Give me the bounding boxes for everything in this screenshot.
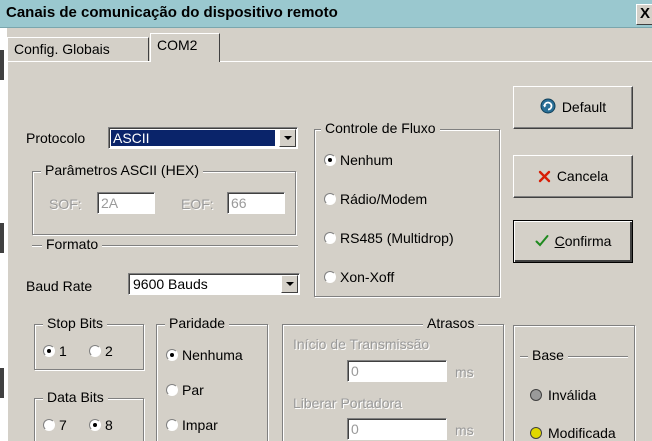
close-button[interactable]: X (636, 4, 652, 25)
eof-input[interactable]: 66 (227, 192, 285, 214)
dialog-body: Config. Globais COM2 Protocolo ASCII Par… (7, 28, 652, 441)
paridade-title: Paridade (165, 315, 230, 331)
protocolo-value: ASCII (111, 130, 275, 146)
inicio-transmissao-label: Início de Transmissão (293, 336, 430, 352)
cancela-label: Cancela (556, 168, 609, 184)
edge-marker (0, 223, 4, 253)
radio-icon (166, 384, 178, 396)
data-bits-title: Data Bits (43, 389, 108, 405)
paridade-option-par[interactable]: Par (166, 382, 204, 398)
sof-input[interactable]: 2A (97, 192, 155, 214)
radio-label: Impar (182, 417, 218, 433)
tab-config-globais[interactable]: Config. Globais (7, 37, 149, 61)
controle-fluxo-group: Controle de Fluxo Nenhum Rádio/Modem RS4… (314, 120, 500, 297)
status-led-icon (530, 427, 542, 439)
radio-label: Nenhuma (182, 347, 243, 363)
radio-icon (324, 193, 336, 205)
radio-label: 1 (59, 343, 67, 359)
radio-icon (89, 345, 101, 357)
inicio-transmissao-input[interactable]: 0 (347, 360, 447, 382)
controle-fluxo-title: Controle de Fluxo (321, 120, 440, 136)
radio-label: 2 (105, 343, 113, 359)
fluxo-option-nenhum[interactable]: Nenhum (324, 152, 393, 168)
liberar-unit: ms (455, 422, 474, 438)
radio-icon (324, 271, 336, 283)
atrasos-group: Atrasos Início de Transmissão 0 ms Liber… (282, 315, 504, 441)
default-label: Default (561, 99, 607, 115)
cancela-button[interactable]: Cancela (513, 155, 633, 198)
baud-rate-value: 9600 Bauds (133, 276, 208, 292)
fluxo-option-rs485[interactable]: RS485 (Multidrop) (324, 230, 454, 246)
stop-bits-title: Stop Bits (43, 315, 108, 331)
base-title: Base (528, 347, 568, 363)
tab-label: COM2 (157, 37, 198, 53)
tab-panel-com2: Protocolo ASCII Parâmetros ASCII (HEX) S… (7, 61, 652, 441)
ascii-params-group: Parâmetros ASCII (HEX) SOF: 2A EOF: 66 (32, 162, 296, 235)
protocolo-label: Protocolo (26, 130, 86, 146)
eof-label: EOF: (181, 196, 214, 212)
chevron-down-icon[interactable] (279, 129, 296, 147)
base-status-invalida: Inválida (530, 387, 596, 403)
radio-selected-icon (324, 154, 336, 166)
tab-label: Config. Globais (14, 41, 110, 57)
confirma-button[interactable]: Confirma (513, 220, 633, 263)
title-bar[interactable]: Canais de comunicação do dispositivo rem… (0, 0, 652, 28)
radio-selected-icon (166, 349, 178, 361)
tab-com2[interactable]: COM2 (150, 33, 220, 62)
baud-rate-select[interactable]: 9600 Bauds (128, 273, 300, 295)
radio-label: Xon-Xoff (340, 269, 395, 285)
base-group: Base Inválida Modificada (513, 325, 635, 441)
edge-marker (0, 50, 4, 80)
default-button[interactable]: Default (513, 86, 633, 129)
fluxo-option-radio-modem[interactable]: Rádio/Modem (324, 191, 427, 207)
base-status-modificada: Modificada (530, 425, 616, 441)
fluxo-option-xon-xoff[interactable]: Xon-Xoff (324, 269, 394, 285)
liberar-portadora-input[interactable]: 0 (347, 418, 447, 440)
stop-bits-group: Stop Bits 1 2 (34, 315, 144, 370)
close-icon (538, 158, 551, 199)
radio-label: 7 (59, 417, 67, 433)
refresh-icon (540, 89, 556, 130)
radio-label: Nenhum (340, 152, 393, 168)
base-top (514, 325, 634, 326)
stop-bits-option-2[interactable]: 2 (89, 343, 113, 359)
protocolo-select[interactable]: ASCII (108, 127, 298, 149)
radio-label: Par (182, 382, 204, 398)
edge-marker (0, 368, 4, 398)
liberar-portadora-label: Liberar Portadora (293, 395, 402, 411)
status-led-icon (530, 389, 542, 401)
confirma-accelerator: C (554, 233, 565, 249)
radio-label: RS485 (Multidrop) (340, 230, 454, 246)
status-label: Modificada (548, 425, 616, 441)
paridade-option-nenhuma[interactable]: Nenhuma (166, 347, 243, 363)
radio-label: Rádio/Modem (340, 191, 428, 207)
checkmark-icon (535, 223, 549, 264)
data-bits-option-7[interactable]: 7 (43, 417, 67, 433)
atrasos-title: Atrasos (423, 315, 479, 331)
formato-title: Formato (42, 236, 103, 252)
radio-icon (166, 419, 178, 431)
chevron-down-icon[interactable] (281, 275, 298, 293)
data-bits-option-8[interactable]: 8 (89, 417, 113, 433)
confirma-label-rest: onfirma (564, 233, 612, 249)
sof-label: SOF: (49, 196, 82, 212)
radio-icon (43, 419, 55, 431)
radio-label: 8 (105, 417, 113, 433)
ascii-params-title: Parâmetros ASCII (HEX) (41, 162, 204, 178)
inicio-unit: ms (455, 364, 474, 380)
confirma-label: Confirma (555, 233, 612, 249)
close-icon: X (639, 5, 650, 22)
data-bits-group: Data Bits 7 8 (34, 389, 144, 441)
radio-selected-icon (43, 345, 55, 357)
app-window: Canais de comunicação do dispositivo rem… (0, 0, 652, 441)
status-label: Inválida (548, 387, 597, 403)
window-title: Canais de comunicação do dispositivo rem… (6, 4, 338, 21)
window-left-edge (0, 28, 7, 441)
radio-selected-icon (89, 419, 101, 431)
paridade-option-impar[interactable]: Impar (166, 417, 218, 433)
paridade-group: Paridade Nenhuma Par Impar (156, 315, 268, 441)
radio-icon (324, 232, 336, 244)
stop-bits-option-1[interactable]: 1 (43, 343, 67, 359)
baud-rate-label: Baud Rate (26, 278, 93, 294)
